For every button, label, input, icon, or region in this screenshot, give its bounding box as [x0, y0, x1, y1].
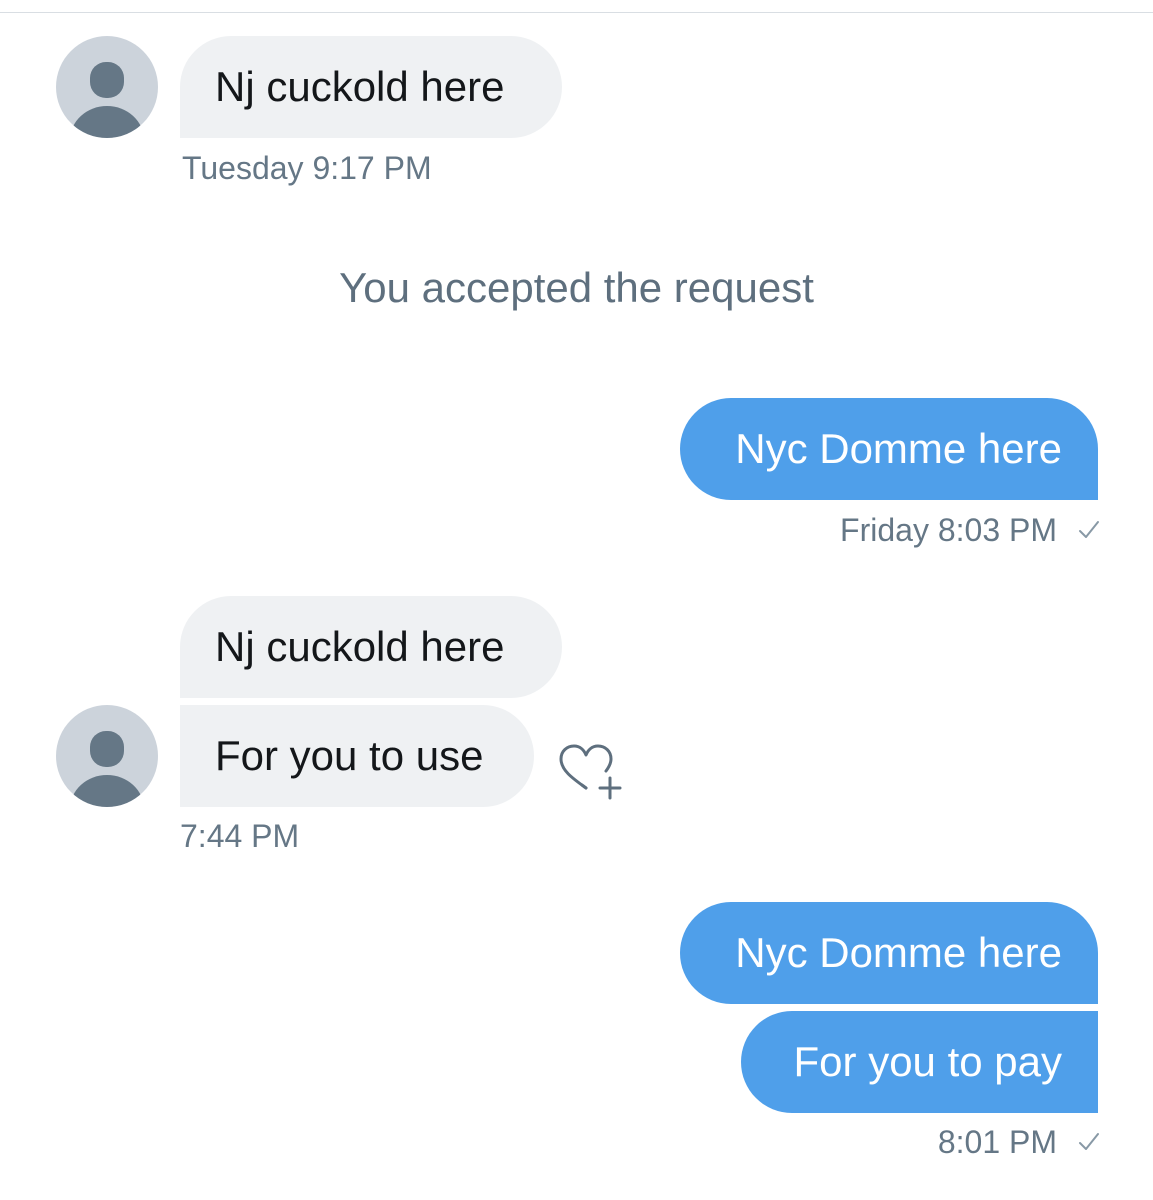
check-icon — [1079, 1133, 1099, 1150]
check-icon — [1079, 521, 1099, 538]
message-timestamp: 8:01 PM — [937, 1124, 1057, 1160]
message-timestamp-row: 8:01 PM — [938, 1124, 1057, 1161]
default-profile-icon — [70, 731, 144, 807]
message-timestamp: Friday 8:03 PM — [840, 512, 1057, 548]
incoming-message-bubble[interactable]: For you to use — [180, 705, 534, 807]
default-profile-icon — [70, 62, 144, 138]
outgoing-message-bubble[interactable]: Nyc Domme here — [680, 902, 1098, 1004]
incoming-message-bubble[interactable]: Nj cuckold here — [180, 596, 562, 698]
system-message: You accepted the request — [339, 264, 814, 311]
outgoing-message-bubble[interactable]: Nyc Domme here — [680, 398, 1098, 500]
incoming-message-bubble[interactable]: Nj cuckold here — [180, 36, 562, 138]
outgoing-message-bubble[interactable]: For you to pay — [741, 1011, 1098, 1113]
header-divider — [0, 12, 1153, 13]
message-timestamp-row: Friday 8:03 PM — [840, 512, 1057, 549]
heart-plus-icon[interactable] — [556, 742, 622, 802]
avatar[interactable] — [56, 36, 158, 138]
avatar[interactable] — [56, 705, 158, 807]
message-timestamp: 7:44 PM — [180, 818, 300, 854]
message-timestamp: Tuesday 9:17 PM — [182, 150, 432, 186]
